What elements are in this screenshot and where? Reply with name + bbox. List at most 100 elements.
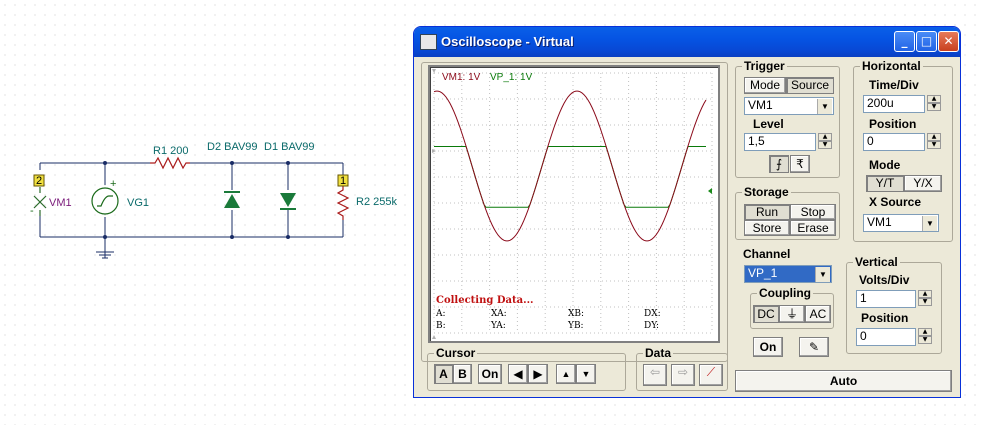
- probe-button[interactable]: ✎: [799, 337, 829, 357]
- cursor-group: Cursor A B On ◀ ▶ ▲ ▼: [427, 346, 626, 391]
- status-text: Collecting Data...: [436, 295, 534, 306]
- vm1-trace: [433, 90, 707, 242]
- cursor-title: Cursor: [434, 346, 478, 360]
- circuit-schematic: 2 1 VM1 VG1 R1 200 D2 BAV99 D1 BAV99 R2 …: [30, 141, 397, 259]
- storage-title: Storage: [742, 185, 791, 199]
- minimize-icon: _: [901, 34, 908, 48]
- horizontal-group: Horizontal Time/Div 200u ▲ ▼ Position 0 ▲…: [853, 59, 953, 242]
- chevron-down-icon[interactable]: ▼: [815, 267, 830, 282]
- trigger-mode-button[interactable]: Mode: [744, 77, 786, 94]
- voltsdiv-input[interactable]: 1: [856, 290, 916, 308]
- cursor-b-button[interactable]: B: [453, 364, 472, 384]
- v-position-spinner[interactable]: ▲ ▼: [918, 328, 932, 344]
- channel-group: Channel VP_1 ▼ Coupling DC ⏚ AC On ✎: [735, 247, 840, 367]
- spin-down-icon[interactable]: ▼: [918, 336, 932, 344]
- title-bar[interactable]: Oscilloscope - Virtual _ □ ✕: [414, 27, 960, 57]
- yx-mode-button[interactable]: Y/X: [904, 175, 942, 192]
- d1-label: D1 BAV99: [264, 141, 315, 153]
- trigger-marker-icon[interactable]: [708, 188, 712, 194]
- timediv-input[interactable]: 200u: [863, 95, 925, 113]
- maximize-button[interactable]: □: [916, 31, 937, 52]
- timediv-spinner[interactable]: ▲ ▼: [927, 95, 941, 111]
- h-position-spinner[interactable]: ▲ ▼: [927, 133, 941, 149]
- horizontal-title: Horizontal: [860, 59, 923, 73]
- spin-up-icon[interactable]: ▲: [927, 95, 941, 103]
- v-position-input[interactable]: 0: [856, 328, 916, 346]
- channel-title: Channel: [741, 247, 793, 261]
- trigger-title: Trigger: [742, 59, 787, 73]
- vertical-title: Vertical: [853, 255, 900, 269]
- rising-edge-button[interactable]: ⨍: [769, 155, 789, 173]
- falling-edge-button[interactable]: ₹: [790, 155, 810, 173]
- close-icon: ✕: [943, 34, 954, 48]
- cursor-on-button[interactable]: On: [478, 364, 502, 384]
- chevron-down-icon[interactable]: ▼: [817, 99, 832, 114]
- readout-xb: XB:: [568, 309, 585, 319]
- falling-edge-icon: ₹: [796, 157, 804, 171]
- spin-up-icon[interactable]: ▲: [818, 133, 832, 141]
- double-arrow-down-icon: ▼: [581, 369, 591, 379]
- spin-down-icon[interactable]: ▼: [927, 103, 941, 111]
- probe-icon: ✎: [808, 340, 820, 354]
- r2-label: R2 255k: [356, 196, 397, 208]
- readout-a: A:: [436, 309, 446, 319]
- cursor-down-button[interactable]: ▼: [576, 364, 596, 384]
- h-position-label: Position: [869, 117, 917, 131]
- ground-icon: ⏚: [785, 307, 798, 321]
- trigger-level-label: Level: [753, 117, 784, 131]
- import-icon: ⇦: [649, 365, 661, 379]
- store-button[interactable]: Store: [744, 220, 790, 236]
- chevron-down-icon[interactable]: ▼: [922, 216, 937, 231]
- cursor-a-button[interactable]: A: [434, 364, 453, 384]
- data-graph-button[interactable]: ⟋: [699, 364, 723, 386]
- vm1-label: VM1: [49, 197, 72, 209]
- xsource-select[interactable]: VM1 ▼: [863, 214, 939, 232]
- erase-button[interactable]: Erase: [790, 220, 836, 236]
- voltsdiv-spinner[interactable]: ▲ ▼: [918, 290, 932, 306]
- double-arrow-up-icon: ▲: [561, 369, 571, 379]
- vm1-minus: -: [30, 205, 34, 217]
- trigger-group: Trigger Mode Source VM1 ▼ Level 1,5 ▲ ▼ ⨍…: [735, 59, 840, 178]
- channel-value: VP_1: [748, 266, 778, 280]
- readout-yb: YB:: [568, 321, 584, 331]
- h-position-input[interactable]: 0: [863, 133, 925, 151]
- cursor-left-button[interactable]: ◀: [508, 364, 528, 384]
- channel-on-button[interactable]: On: [753, 337, 783, 357]
- gnd-button[interactable]: ⏚: [779, 305, 805, 323]
- minimize-button[interactable]: _: [894, 31, 915, 52]
- run-button[interactable]: Run: [744, 204, 790, 220]
- trigger-level-spinner[interactable]: ▲ ▼: [818, 133, 832, 149]
- spin-up-icon[interactable]: ▲: [918, 290, 932, 298]
- graph-icon: ⟋: [706, 365, 716, 379]
- data-import-button[interactable]: ⇦: [643, 364, 667, 386]
- auto-button[interactable]: Auto: [735, 370, 952, 392]
- readout-b: B:: [436, 321, 446, 331]
- cursor-up-button[interactable]: ▲: [556, 364, 576, 384]
- cursor-right-button[interactable]: ▶: [528, 364, 548, 384]
- bottom-marker-icon: [432, 335, 436, 339]
- legend-vm1: VM1: 1V: [442, 72, 481, 83]
- h-mode-label: Mode: [869, 158, 901, 172]
- spin-down-icon[interactable]: ▼: [927, 141, 941, 149]
- spin-up-icon[interactable]: ▲: [918, 328, 932, 336]
- spin-up-icon[interactable]: ▲: [927, 133, 941, 141]
- voltsdiv-label: Volts/Div: [859, 273, 910, 287]
- data-export-button[interactable]: ⇨: [671, 364, 695, 386]
- close-button[interactable]: ✕: [938, 31, 959, 52]
- top-marker-icon: [432, 69, 436, 73]
- dc-button[interactable]: DC: [753, 305, 779, 323]
- legend-vp1: VP_1: 1V: [490, 72, 533, 83]
- trigger-source-select[interactable]: VM1 ▼: [744, 97, 834, 115]
- vg1-label: VG1: [127, 197, 149, 209]
- spin-down-icon[interactable]: ▼: [918, 298, 932, 306]
- coupling-group: Coupling DC ⏚ AC: [750, 286, 834, 329]
- stop-button[interactable]: Stop: [790, 204, 836, 220]
- yt-mode-button[interactable]: Y/T: [866, 175, 904, 192]
- channel-select[interactable]: VP_1 ▼: [744, 265, 832, 283]
- ac-button[interactable]: AC: [805, 305, 831, 323]
- spin-down-icon[interactable]: ▼: [818, 141, 832, 149]
- trigger-level-input[interactable]: 1,5: [744, 133, 816, 151]
- coupling-title: Coupling: [757, 286, 813, 300]
- data-title: Data: [643, 346, 674, 360]
- trigger-source-button[interactable]: Source: [786, 77, 834, 94]
